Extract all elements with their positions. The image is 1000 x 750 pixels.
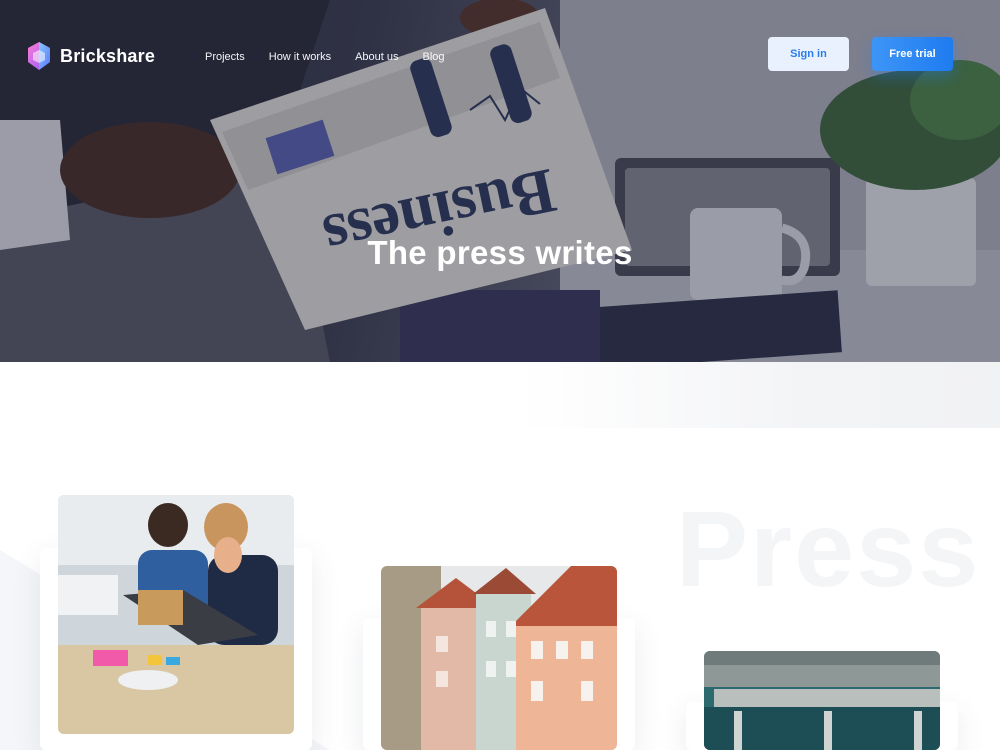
brickshare-logo-icon <box>28 42 50 70</box>
press-card-2-image[interactable] <box>381 566 617 750</box>
press-card-3-image[interactable] <box>704 651 940 750</box>
decorative-band <box>520 362 1000 428</box>
press-card-1-image[interactable] <box>58 495 294 734</box>
sign-in-button[interactable]: Sign in <box>768 37 849 71</box>
hero-section: Business Brickshare Projects How it work… <box>0 0 1000 362</box>
nav-link-blog[interactable]: Blog <box>423 51 445 63</box>
nav-links: Projects How it works About us Blog <box>205 51 445 63</box>
nav-link-how-it-works[interactable]: How it works <box>269 51 331 63</box>
nav-link-about-us[interactable]: About us <box>355 51 398 63</box>
page-title: The press writes <box>367 234 633 271</box>
top-navigation: Brickshare Projects How it works About u… <box>0 0 1000 110</box>
brand-logo[interactable]: Brickshare <box>28 42 155 70</box>
free-trial-button[interactable]: Free trial <box>872 37 953 71</box>
brand-name: Brickshare <box>60 45 156 66</box>
section-background-word: Press <box>676 488 981 609</box>
nav-link-projects[interactable]: Projects <box>205 51 245 63</box>
